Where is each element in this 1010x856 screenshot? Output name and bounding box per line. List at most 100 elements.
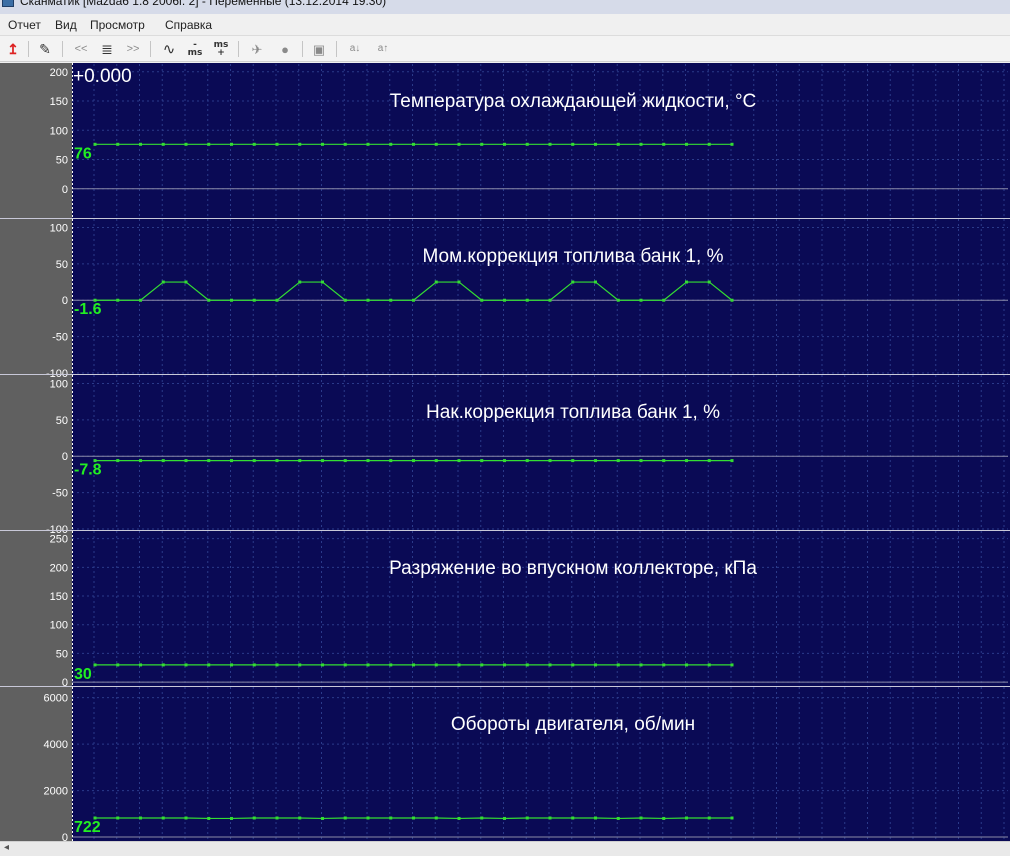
panel-title: Мом.коррекция топлива банк 1, % (422, 246, 723, 267)
data-point (366, 142, 370, 146)
data-point (434, 663, 438, 667)
y-tick-label: 2000 (44, 786, 68, 798)
y-tick-label: 0 (62, 184, 68, 196)
data-point (207, 298, 211, 302)
data-point (662, 816, 666, 820)
data-point (707, 280, 711, 284)
data-point (184, 663, 188, 667)
data-point (594, 142, 597, 146)
current-value-label: 76 (74, 145, 92, 162)
data-point (639, 142, 643, 146)
cursor-time-label: +0.000 (73, 66, 132, 87)
data-point (480, 298, 484, 302)
toolbar-separator (150, 41, 151, 57)
airplane-icon[interactable]: ✈ (246, 39, 268, 59)
data-point (480, 663, 484, 667)
data-point (275, 142, 279, 146)
toolbar-separator (62, 41, 63, 57)
y-tick-label: 50 (56, 155, 68, 167)
data-point (321, 663, 324, 667)
menu-report[interactable]: Отчет (8, 18, 41, 32)
data-point (343, 816, 347, 820)
data-point (685, 459, 688, 463)
data-point (230, 663, 233, 667)
data-point (434, 816, 438, 820)
data-point (161, 459, 165, 463)
y-tick-label: 100 (50, 378, 68, 390)
data-point (298, 142, 302, 146)
prev-icon[interactable]: << (70, 39, 92, 59)
data-point (594, 280, 597, 284)
exit-icon[interactable]: ↥ (2, 39, 24, 59)
image-icon[interactable]: ▣ (308, 39, 330, 59)
data-point (298, 816, 302, 820)
data-point (639, 298, 643, 302)
edit-icon[interactable]: ✎ (34, 39, 56, 59)
data-point (139, 663, 142, 667)
data-point (434, 280, 438, 284)
data-point (93, 663, 97, 667)
menu-view[interactable]: Вид (55, 18, 77, 32)
data-point (525, 142, 529, 146)
data-point (571, 142, 575, 146)
menu-browse[interactable]: Просмотр (90, 18, 145, 32)
data-point (480, 142, 484, 146)
wave-icon[interactable]: ∿ (158, 39, 180, 59)
chart-area[interactable]: 200 150 100 50 0 Температура охлаждающей жидк… (0, 63, 1010, 841)
data-point (230, 142, 233, 146)
y-tick-label: 250 (50, 534, 68, 546)
toolbar-separator (238, 41, 239, 57)
scroll-left-icon[interactable]: ◂ (4, 842, 9, 853)
data-point (389, 298, 393, 302)
data-point (548, 816, 552, 820)
data-point (503, 142, 506, 146)
record-icon[interactable]: ● (274, 39, 296, 59)
data-point (389, 142, 393, 146)
data-point (525, 663, 529, 667)
data-point (93, 142, 97, 146)
list-icon[interactable]: ≣ (96, 39, 118, 59)
app-icon (2, 0, 14, 7)
data-point (275, 663, 279, 667)
menu-help[interactable]: Справка (165, 18, 212, 32)
data-point (594, 663, 597, 667)
data-point (184, 816, 188, 820)
data-point (116, 816, 120, 820)
data-point (139, 298, 142, 302)
data-point (343, 142, 347, 146)
data-point (594, 459, 597, 463)
next-icon[interactable]: >> (122, 39, 144, 59)
data-point (412, 663, 415, 667)
data-point (662, 298, 666, 302)
window-title: Сканматик [Mazda6 1.8 2006г. 2] - Переме… (20, 0, 387, 8)
data-point (503, 663, 506, 667)
panel-title: Обороты двигателя, об/мин (451, 714, 695, 735)
data-point (161, 280, 165, 284)
data-point (389, 816, 393, 820)
ms-plus-icon[interactable]: ms + (210, 39, 232, 59)
font-decrease-icon[interactable]: a↓ (344, 39, 366, 59)
data-point (207, 459, 211, 463)
data-point (412, 816, 415, 820)
data-point (366, 459, 370, 463)
charts-svg[interactable]: 200 150 100 50 0 Температура охлаждающей жидк… (0, 63, 1010, 841)
data-point (343, 663, 347, 667)
data-point (434, 142, 438, 146)
data-point (730, 816, 734, 820)
current-value-label: 30 (74, 666, 92, 683)
horizontal-scrollbar[interactable]: ◂ (0, 841, 1010, 856)
data-point (730, 459, 734, 463)
data-point (662, 663, 666, 667)
data-point (412, 298, 415, 302)
ms-minus-label: ms (187, 48, 203, 58)
toolbar-separator (28, 41, 29, 57)
data-point (275, 298, 279, 302)
font-increase-icon[interactable]: a↑ (372, 39, 394, 59)
data-point (707, 663, 711, 667)
current-value-label: -1.6 (74, 301, 102, 318)
data-point (616, 142, 620, 146)
data-point (662, 459, 666, 463)
ms-minus-icon[interactable]: - ms (184, 39, 206, 59)
data-point (707, 816, 711, 820)
data-point (594, 816, 597, 820)
